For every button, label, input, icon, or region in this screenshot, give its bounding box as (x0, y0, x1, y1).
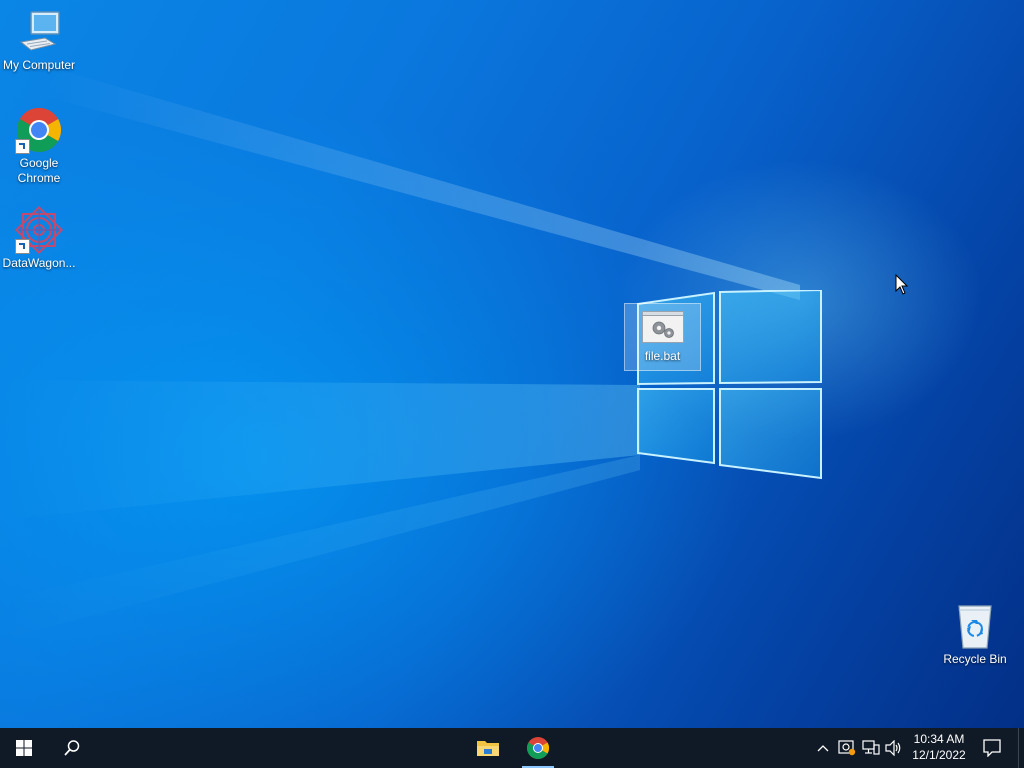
show-hidden-icons-button[interactable] (812, 728, 834, 768)
recycle-bin-icon (951, 602, 999, 650)
desktop-icon-label: Recycle Bin (943, 652, 1007, 666)
action-center-icon (983, 739, 1001, 757)
network-icon (862, 740, 880, 755)
action-center-button[interactable] (974, 728, 1010, 768)
datawagon-icon (14, 205, 64, 255)
folder-icon (477, 741, 499, 756)
volume-icon (885, 740, 901, 756)
clock-time: 10:34 AM (913, 732, 965, 746)
chevron-up-icon (817, 745, 829, 752)
tray-network[interactable] (860, 728, 882, 768)
search-button[interactable] (48, 728, 96, 768)
mouse-cursor-icon (895, 274, 909, 295)
desktop-icon-label: file.bat (644, 349, 681, 363)
computer-icon (15, 8, 63, 56)
start-button[interactable] (0, 728, 48, 768)
windows-update-icon (838, 740, 856, 756)
show-desktop-button[interactable] (1018, 728, 1024, 768)
tray-windows-update[interactable] (836, 728, 858, 768)
taskbar-google-chrome[interactable] (514, 728, 562, 768)
chrome-icon (15, 106, 63, 154)
search-icon (64, 740, 80, 756)
desktop[interactable]: My Computer Google Chrome DataWagon... f… (0, 0, 1024, 728)
chrome-icon (527, 737, 549, 759)
clock-date: 12/1/2022 (912, 748, 966, 762)
desktop-icon-my-computer[interactable]: My Computer (0, 8, 78, 73)
shortcut-arrow-icon (15, 139, 30, 154)
desktop-icon-recycle-bin[interactable]: Recycle Bin (936, 602, 1014, 667)
windows-start-icon (16, 740, 32, 756)
batch-file-icon (641, 311, 684, 343)
shortcut-arrow-icon (15, 239, 30, 254)
taskbar-file-explorer[interactable] (464, 728, 512, 768)
desktop-icon-file-bat[interactable]: file.bat (624, 303, 701, 371)
desktop-icon-label: DataWagon... (2, 256, 76, 270)
desktop-icon-label: My Computer (2, 58, 76, 72)
desktop-icon-label: Google Chrome (17, 156, 61, 185)
tray-volume[interactable] (883, 728, 905, 768)
taskbar-clock[interactable]: 10:34 AM 12/1/2022 (906, 731, 972, 765)
taskbar: 10:34 AM 12/1/2022 (0, 728, 1024, 768)
desktop-icon-google-chrome[interactable]: Google Chrome (0, 106, 78, 186)
desktop-icon-datawagon[interactable]: DataWagon... (0, 205, 78, 271)
wallpaper-light-beams (0, 70, 800, 640)
